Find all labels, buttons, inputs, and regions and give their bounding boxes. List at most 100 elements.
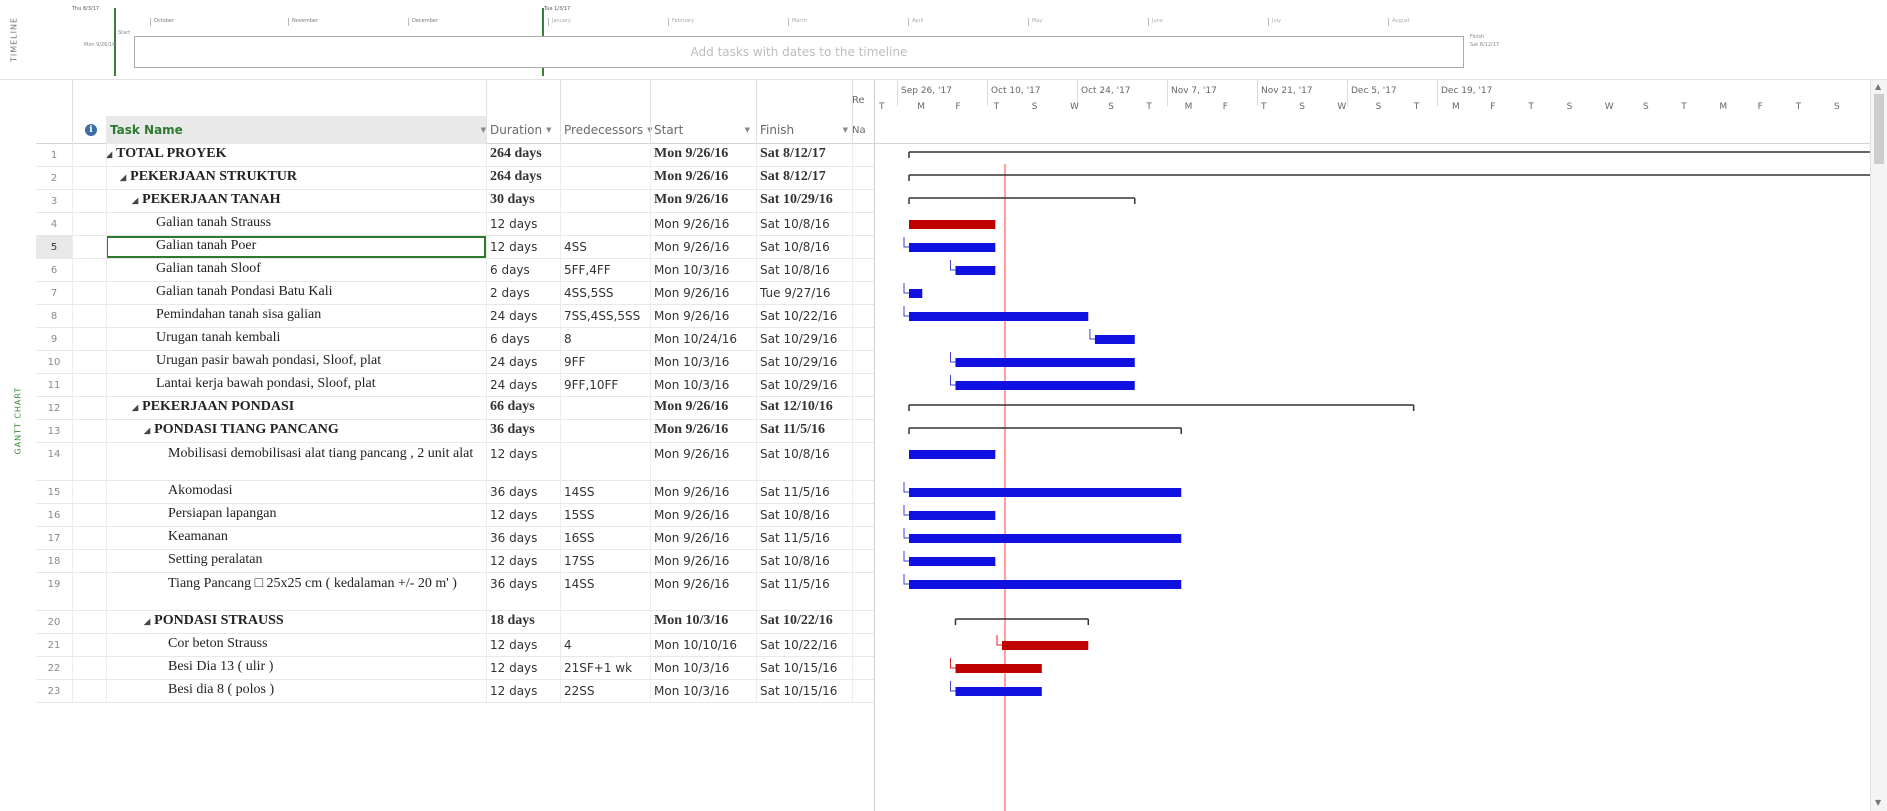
- indicators-header[interactable]: i: [76, 116, 106, 144]
- predecessors-cell[interactable]: [560, 213, 650, 235]
- indicator-cell[interactable]: [72, 573, 106, 610]
- start-header[interactable]: Start ▼: [654, 116, 756, 144]
- table-row[interactable]: 11 Lantai kerja bawah pondasi, Sloof, pla…: [36, 374, 874, 397]
- task-bar[interactable]: [955, 381, 1135, 390]
- predecessors-cell[interactable]: [560, 144, 650, 166]
- duration-cell[interactable]: 12 days: [486, 680, 560, 702]
- row-id[interactable]: 13: [36, 420, 72, 442]
- row-id[interactable]: 8: [36, 305, 72, 327]
- task-bar[interactable]: [955, 664, 1042, 673]
- duration-cell[interactable]: 66 days: [486, 397, 560, 419]
- finish-cell[interactable]: Sat 12/10/16: [756, 397, 852, 419]
- indicator-cell[interactable]: [72, 259, 106, 281]
- duration-cell[interactable]: 12 days: [486, 504, 560, 526]
- finish-cell[interactable]: Sat 10/29/16: [756, 374, 852, 396]
- table-row[interactable]: 6 Galian tanah Sloof 6 days 5FF,4FF Mon 10/3…: [36, 259, 874, 282]
- task-name-cell[interactable]: Mobilisasi demobilisasi alat tiang panca…: [106, 443, 486, 480]
- start-cell[interactable]: Mon 9/26/16: [650, 213, 756, 235]
- indicator-cell[interactable]: [72, 374, 106, 396]
- indicator-cell[interactable]: [72, 282, 106, 304]
- predecessors-cell[interactable]: 4SS,5SS: [560, 282, 650, 304]
- task-bar[interactable]: [955, 358, 1135, 367]
- task-name-cell[interactable]: ◢ TOTAL PROYEK: [106, 144, 486, 166]
- start-cell[interactable]: Mon 9/26/16: [650, 167, 756, 189]
- predecessors-cell[interactable]: 4: [560, 634, 650, 656]
- duration-cell[interactable]: 6 days: [486, 259, 560, 281]
- finish-cell[interactable]: Sat 10/8/16: [756, 504, 852, 526]
- table-row[interactable]: 19 Tiang Pancang □ 25x25 cm ( kedalaman +…: [36, 573, 874, 611]
- task-name-cell[interactable]: Galian tanah Poer: [106, 236, 486, 258]
- row-id[interactable]: 20: [36, 611, 72, 633]
- start-cell[interactable]: Mon 9/26/16: [650, 144, 756, 166]
- resource-header-top[interactable]: Re: [852, 90, 874, 110]
- row-id[interactable]: 19: [36, 573, 72, 610]
- predecessors-cell[interactable]: [560, 190, 650, 212]
- duration-cell[interactable]: 264 days: [486, 167, 560, 189]
- task-bar[interactable]: [909, 534, 1182, 543]
- chevron-down-icon[interactable]: ▼: [546, 126, 551, 134]
- predecessors-cell[interactable]: 5FF,4FF: [560, 259, 650, 281]
- start-cell[interactable]: Mon 9/26/16: [650, 420, 756, 442]
- task-bar[interactable]: [909, 511, 996, 520]
- finish-cell[interactable]: Sat 10/15/16: [756, 680, 852, 702]
- finish-cell[interactable]: Sat 10/22/16: [756, 305, 852, 327]
- duration-cell[interactable]: 12 days: [486, 657, 560, 679]
- finish-cell[interactable]: Sat 10/8/16: [756, 443, 852, 480]
- dependency-link[interactable]: [949, 352, 956, 363]
- start-cell[interactable]: Mon 9/26/16: [650, 443, 756, 480]
- row-id[interactable]: 1: [36, 144, 72, 166]
- indicator-cell[interactable]: [72, 420, 106, 442]
- finish-cell[interactable]: Sat 10/29/16: [756, 351, 852, 373]
- table-row[interactable]: 15 Akomodasi 36 days 14SS Mon 9/26/16 Sat 11/…: [36, 481, 874, 504]
- collapse-toggle-icon[interactable]: ◢: [144, 617, 150, 626]
- finish-cell[interactable]: Sat 11/5/16: [756, 527, 852, 549]
- indicator-cell[interactable]: [72, 144, 106, 166]
- start-cell[interactable]: Mon 10/24/16: [650, 328, 756, 350]
- row-id[interactable]: 3: [36, 190, 72, 212]
- task-bar[interactable]: [909, 243, 996, 252]
- scroll-up-icon[interactable]: ▲: [1875, 82, 1881, 91]
- indicator-cell[interactable]: [72, 213, 106, 235]
- dependency-link[interactable]: [903, 551, 909, 562]
- table-row[interactable]: 4 Galian tanah Strauss 12 days Mon 9/26/16 S…: [36, 213, 874, 236]
- table-row[interactable]: 23 Besi dia 8 ( polos ) 12 days 22SS Mon 10/…: [36, 680, 874, 703]
- dependency-link[interactable]: [903, 237, 909, 248]
- start-cell[interactable]: Mon 9/26/16: [650, 236, 756, 258]
- task-bar[interactable]: [909, 557, 996, 566]
- task-name-cell[interactable]: Pemindahan tanah sisa galian: [106, 305, 486, 327]
- finish-cell[interactable]: Sat 8/12/17: [756, 144, 852, 166]
- row-id[interactable]: 5: [36, 236, 72, 258]
- collapse-toggle-icon[interactable]: ◢: [144, 426, 150, 435]
- duration-cell[interactable]: 36 days: [486, 527, 560, 549]
- predecessors-cell[interactable]: [560, 397, 650, 419]
- finish-cell[interactable]: Sat 10/15/16: [756, 657, 852, 679]
- row-id[interactable]: 21: [36, 634, 72, 656]
- table-row[interactable]: 21 Cor beton Strauss 12 days 4 Mon 10/10/16 S…: [36, 634, 874, 657]
- task-bar[interactable]: [909, 488, 1182, 497]
- gantt-bars[interactable]: [875, 144, 1870, 811]
- task-name-cell[interactable]: Akomodasi: [106, 481, 486, 503]
- start-cell[interactable]: Mon 10/3/16: [650, 611, 756, 633]
- table-row[interactable]: 8 Pemindahan tanah sisa galian 24 days 7SS,…: [36, 305, 874, 328]
- scrollbar-thumb[interactable]: [1874, 94, 1884, 164]
- indicator-cell[interactable]: [72, 443, 106, 480]
- duration-cell[interactable]: 12 days: [486, 634, 560, 656]
- collapse-toggle-icon[interactable]: ◢: [132, 196, 138, 205]
- row-id[interactable]: 10: [36, 351, 72, 373]
- task-bar[interactable]: [909, 220, 996, 229]
- predecessors-cell[interactable]: 9FF,10FF: [560, 374, 650, 396]
- indicator-cell[interactable]: [72, 305, 106, 327]
- finish-cell[interactable]: Sat 10/29/16: [756, 328, 852, 350]
- dependency-link[interactable]: [903, 505, 909, 516]
- dependency-link[interactable]: [949, 681, 956, 692]
- task-name-cell[interactable]: Galian tanah Pondasi Batu Kali: [106, 282, 486, 304]
- dependency-link[interactable]: [949, 375, 956, 386]
- task-bar[interactable]: [909, 450, 996, 459]
- task-name-cell[interactable]: Tiang Pancang □ 25x25 cm ( kedalaman +/-…: [106, 573, 486, 610]
- task-name-cell[interactable]: Urugan tanah kembali: [106, 328, 486, 350]
- dependency-link[interactable]: [903, 482, 909, 493]
- chevron-down-icon[interactable]: ▼: [843, 126, 848, 134]
- row-id[interactable]: 9: [36, 328, 72, 350]
- start-cell[interactable]: Mon 10/3/16: [650, 259, 756, 281]
- finish-cell[interactable]: Sat 8/12/17: [756, 167, 852, 189]
